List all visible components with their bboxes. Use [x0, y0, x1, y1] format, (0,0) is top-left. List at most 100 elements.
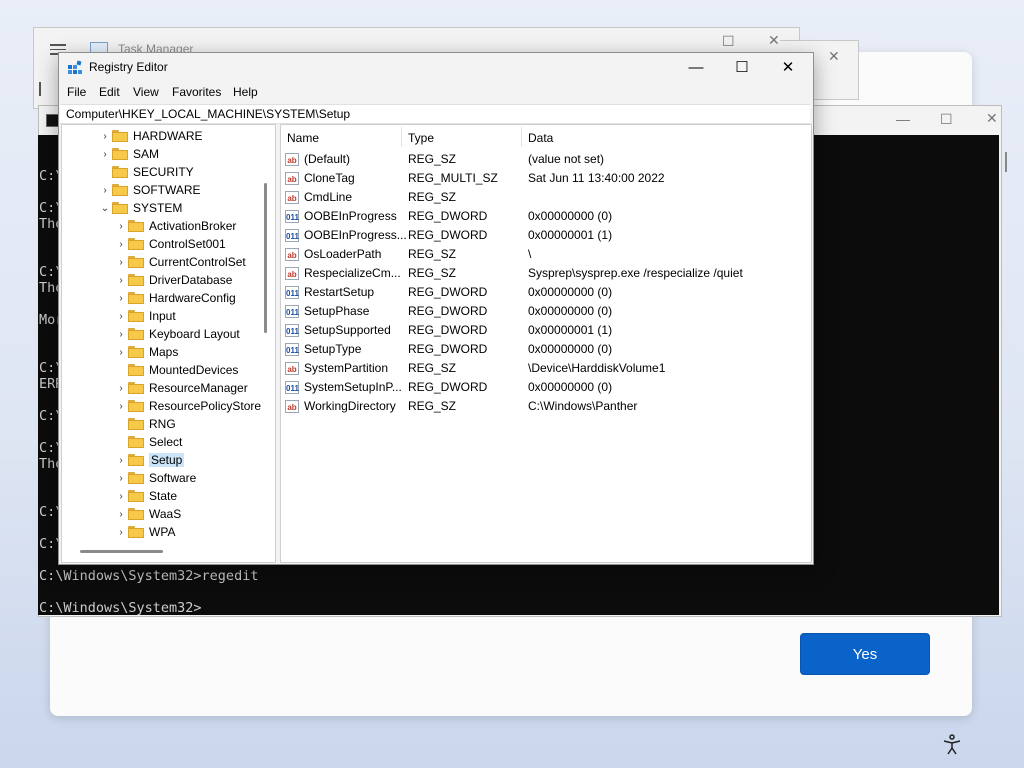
cmd-minimize-button[interactable]: —	[896, 111, 910, 127]
tree-item-hardware[interactable]: › HARDWARE	[98, 127, 202, 145]
menu-help[interactable]: Help	[233, 85, 258, 99]
value-row[interactable]: ab CloneTag REG_MULTI_SZ Sat Jun 11 13:40:0…	[285, 169, 805, 188]
tree-item-currentcontrolset[interactable]: › CurrentControlSet	[114, 253, 245, 271]
binary-value-icon: 011	[285, 343, 299, 356]
cmd-close-button[interactable]: ✕	[986, 110, 998, 127]
tree-item-keyboard-layout[interactable]: › Keyboard Layout	[114, 325, 239, 343]
tree-item-activationbroker[interactable]: › ActivationBroker	[114, 217, 236, 235]
menu-view[interactable]: View	[133, 85, 159, 99]
menu-favorites[interactable]: Favorites	[172, 85, 221, 99]
chevron-right-icon[interactable]: ›	[98, 185, 112, 196]
value-row[interactable]: 011 SystemSetupInP... REG_DWORD 0x00000000 …	[285, 378, 805, 397]
column-divider[interactable]	[401, 127, 402, 147]
tree-item-mounteddevices[interactable]: MountedDevices	[114, 361, 238, 379]
tree-item-input[interactable]: › Input	[114, 307, 175, 325]
tree-item-software[interactable]: › Software	[114, 469, 196, 487]
tm-left-edge	[39, 82, 41, 96]
menu-file[interactable]: File	[67, 85, 86, 99]
value-row[interactable]: ab (Default) REG_SZ (value not set)	[285, 150, 805, 169]
chevron-right-icon[interactable]: ›	[114, 509, 128, 520]
folder-icon	[128, 490, 144, 502]
close-button[interactable]: ✕	[768, 54, 808, 80]
chevron-right-icon[interactable]: ›	[114, 293, 128, 304]
tree-item-resourcepolicystore[interactable]: › ResourcePolicyStore	[114, 397, 261, 415]
tree-item-security[interactable]: SECURITY	[98, 163, 194, 181]
column-header-data[interactable]: Data	[528, 131, 553, 145]
tm-close-button[interactable]: ✕	[768, 32, 780, 49]
value-name: RestartSetup	[304, 285, 375, 299]
chevron-right-icon[interactable]: ›	[114, 275, 128, 286]
chevron-right-icon[interactable]: ›	[114, 473, 128, 484]
value-row[interactable]: 011 OOBEInProgress REG_DWORD 0x00000000 (0)	[285, 207, 805, 226]
value-row[interactable]: ab WorkingDirectory REG_SZ C:\Windows\Panth…	[285, 397, 805, 416]
value-row[interactable]: 011 SetupSupported REG_DWORD 0x00000001 (1)	[285, 321, 805, 340]
maximize-button[interactable]: ☐	[722, 54, 762, 80]
value-type: REG_DWORD	[408, 209, 488, 223]
value-type: REG_MULTI_SZ	[408, 171, 498, 185]
address-bar[interactable]: Computer\HKEY_LOCAL_MACHINE\SYSTEM\Setup	[60, 104, 810, 124]
value-row[interactable]: 011 OOBEInProgress... REG_DWORD 0x00000001 …	[285, 226, 805, 245]
chevron-right-icon[interactable]: ›	[114, 491, 128, 502]
tree-item-state[interactable]: › State	[114, 487, 177, 505]
tm-maximize-button[interactable]: ☐	[722, 33, 735, 50]
value-data: 0x00000000 (0)	[528, 285, 613, 299]
tree-item-waas[interactable]: › WaaS	[114, 505, 181, 523]
chevron-right-icon[interactable]: ›	[114, 455, 128, 466]
chevron-right-icon[interactable]: ›	[114, 257, 128, 268]
tree-item-rng[interactable]: RNG	[114, 415, 176, 433]
chevron-right-icon[interactable]: ›	[114, 311, 128, 322]
cmd-scrollbar[interactable]	[1005, 152, 1007, 172]
tree-item-software[interactable]: › SOFTWARE	[98, 181, 200, 199]
cmd-maximize-button[interactable]: ☐	[940, 111, 953, 128]
tree-horizontal-scrollbar[interactable]	[80, 550, 163, 553]
column-divider[interactable]	[521, 127, 522, 147]
chevron-right-icon[interactable]: ›	[114, 221, 128, 232]
accessibility-icon[interactable]	[940, 733, 964, 757]
folder-icon	[128, 454, 144, 466]
chevron-right-icon[interactable]: ›	[114, 329, 128, 340]
chevron-right-icon[interactable]: ›	[114, 527, 128, 538]
menu-edit[interactable]: Edit	[99, 85, 120, 99]
tree-item-label: Select	[149, 435, 183, 449]
registry-editor-icon	[67, 60, 83, 76]
value-type: REG_SZ	[408, 399, 457, 413]
value-row[interactable]: 011 RestartSetup REG_DWORD 0x00000000 (0)	[285, 283, 805, 302]
tree-item-sam[interactable]: › SAM	[98, 145, 159, 163]
tree-item-wpa[interactable]: › WPA	[114, 523, 175, 541]
tree-item-hardwareconfig[interactable]: › HardwareConfig	[114, 289, 235, 307]
tree-item-label: WPA	[149, 525, 176, 539]
minimize-button[interactable]: —	[676, 54, 716, 80]
chevron-down-icon[interactable]: ⌄	[98, 203, 112, 214]
chevron-right-icon[interactable]: ›	[114, 401, 128, 412]
value-type: REG_DWORD	[408, 228, 488, 242]
value-data: 0x00000000 (0)	[528, 380, 613, 394]
chevron-right-icon[interactable]: ›	[98, 149, 112, 160]
tree-item-select[interactable]: Select	[114, 433, 182, 451]
tree-item-setup[interactable]: › Setup	[114, 451, 185, 469]
column-header-type[interactable]: Type	[408, 131, 434, 145]
yes-button[interactable]: Yes	[800, 633, 930, 675]
value-row[interactable]: 011 SetupPhase REG_DWORD 0x00000000 (0)	[285, 302, 805, 321]
value-row[interactable]: ab SystemPartition REG_SZ \Device\HarddiskV…	[285, 359, 805, 378]
tree-item-maps[interactable]: › Maps	[114, 343, 178, 361]
chevron-right-icon[interactable]: ›	[98, 131, 112, 142]
tree-item-driverdatabase[interactable]: › DriverDatabase	[114, 271, 232, 289]
chevron-right-icon[interactable]: ›	[114, 383, 128, 394]
tree-vertical-scrollbar[interactable]	[264, 183, 267, 333]
key-tree[interactable]: › HARDWARE › SAM SECURITY › SOFTWARE ⌄ SYSTEM › Ac…	[61, 124, 276, 563]
cmd-line: C:\Windows\System32>regedit	[39, 568, 259, 584]
chevron-right-icon[interactable]: ›	[114, 347, 128, 358]
tree-item-resourcemanager[interactable]: › ResourceManager	[114, 379, 247, 397]
string-value-icon: ab	[285, 267, 299, 280]
tree-item-system[interactable]: ⌄ SYSTEM	[98, 199, 183, 217]
value-row[interactable]: ab CmdLine REG_SZ	[285, 188, 805, 207]
folder-icon	[128, 238, 144, 250]
value-row[interactable]: 011 SetupType REG_DWORD 0x00000000 (0)	[285, 340, 805, 359]
value-row[interactable]: ab RespecializeCm... REG_SZ Sysprep\sysprep…	[285, 264, 805, 283]
bg-window-close-button[interactable]: ✕	[828, 48, 840, 65]
tree-item-controlset001[interactable]: › ControlSet001	[114, 235, 225, 253]
value-row[interactable]: ab OsLoaderPath REG_SZ \	[285, 245, 805, 264]
chevron-right-icon[interactable]: ›	[114, 239, 128, 250]
column-header-name[interactable]: Name	[287, 131, 319, 145]
value-name: CmdLine	[304, 190, 353, 204]
